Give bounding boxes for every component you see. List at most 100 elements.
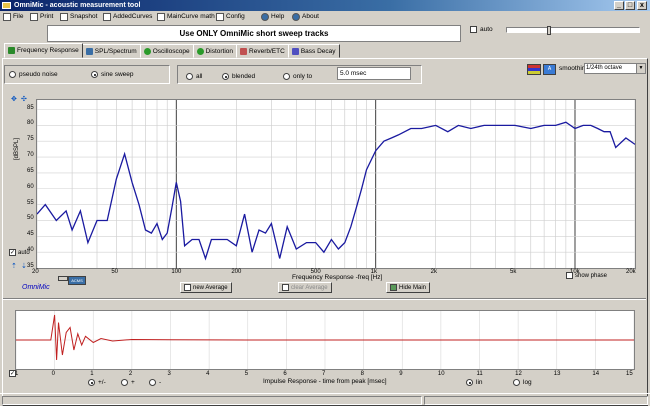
fr-y-tick: 80 — [27, 120, 34, 127]
show-phase-label: show phase — [575, 272, 608, 279]
ir-x-tick: 9 — [399, 371, 403, 377]
fr-x-tick: 200 — [231, 269, 242, 275]
ir-x-tick: 5 — [244, 371, 249, 377]
auto-top-label: auto — [480, 26, 493, 33]
maximize-button[interactable]: □ — [625, 1, 635, 10]
status-cell — [2, 396, 422, 405]
frequency-response-plot[interactable] — [36, 99, 636, 269]
radio-dot — [513, 379, 520, 386]
fr-y-tick: 65 — [27, 167, 34, 174]
radio-blended[interactable]: blended — [222, 73, 255, 80]
banner-message: Use ONLY OmniMic short sweep tracks — [47, 25, 461, 42]
checkbox-box — [470, 26, 477, 33]
tab-distortion[interactable]: Distortion — [192, 44, 238, 58]
new-average-button[interactable]: new Average — [180, 282, 232, 293]
zoom-in-icon[interactable]: ✥ — [11, 95, 17, 103]
menu-snapshot[interactable]: Snapshot — [60, 11, 97, 23]
reverb-icon — [240, 47, 248, 55]
level-slider[interactable] — [506, 26, 640, 35]
close-button[interactable]: x — [637, 1, 647, 10]
tab-label: Bass Decay — [300, 47, 336, 55]
radio-polarity-minus[interactable]: - — [149, 379, 161, 386]
minimize-button[interactable]: _ — [614, 1, 624, 10]
smoothing-select[interactable]: 1/24th octave ▼ — [584, 63, 646, 74]
new-average-label: new Average — [193, 284, 228, 291]
tab-spl-spectrum[interactable]: SPL/Spectrum — [81, 44, 141, 58]
ir-x-tick: 4 — [206, 371, 210, 377]
ir-chart-svg — [16, 311, 634, 369]
chevron-down-icon[interactable]: ▼ — [636, 64, 645, 73]
distortion-icon — [196, 47, 204, 55]
menu-print[interactable]: Print — [30, 11, 53, 23]
hide-main-button[interactable]: Hide Main — [386, 282, 431, 293]
fr-x-tick: 20 — [32, 269, 39, 275]
radio-pseudo-noise[interactable]: pseudo noise — [9, 71, 58, 78]
tab-frequency-response[interactable]: Frequency Response — [4, 43, 83, 58]
pan-icon[interactable]: ✣ — [21, 95, 27, 103]
ir-x-tick: 3 — [167, 371, 171, 377]
radio-dot — [283, 73, 290, 80]
radio-polarity-plus[interactable]: + — [121, 379, 135, 386]
ir-x-tick: 10 — [437, 371, 445, 377]
color-flag-button[interactable] — [527, 64, 541, 75]
radio-sine-sweep[interactable]: sine sweep — [91, 71, 134, 78]
fr-chart-svg — [37, 100, 635, 268]
radio-dot — [186, 73, 193, 80]
tab-reverb-etc[interactable]: Reverb/ETC — [236, 44, 289, 58]
ir-x-tick: 0 — [51, 371, 55, 377]
fr-y-tick: 60 — [27, 183, 34, 190]
clear-icon — [282, 284, 289, 291]
show-phase-checkbox[interactable]: show phase — [566, 272, 607, 279]
menu-added-curves-label: AddedCurves — [113, 13, 153, 20]
tab-label: Frequency Response — [17, 47, 79, 54]
radio-log[interactable]: log — [513, 379, 532, 386]
file-icon — [3, 13, 11, 21]
menu-config-label: Config — [226, 13, 245, 20]
menu-about[interactable]: About — [292, 11, 319, 23]
smoothing-value: 1/24th octave — [586, 65, 623, 71]
impulse-response-plot[interactable] — [15, 310, 635, 370]
radio-only-to[interactable]: only to — [283, 73, 312, 80]
fr-y-tick: 50 — [27, 215, 34, 222]
fr-x-tick: 2k — [430, 269, 437, 275]
help-icon — [261, 13, 269, 21]
a-weight-button[interactable]: A — [543, 64, 556, 75]
down-arrow-icon[interactable]: ⇣ — [21, 262, 27, 270]
radio-dot — [121, 379, 128, 386]
menu-help[interactable]: Help — [261, 11, 284, 23]
menu-added-curves[interactable]: AddedCurves — [103, 11, 152, 23]
spectrum-icon — [85, 47, 93, 55]
tab-bass-decay[interactable]: Bass Decay — [287, 44, 340, 58]
clear-average-label: clear Average — [291, 284, 328, 291]
tab-strip: Frequency Response SPL/Spectrum Oscillos… — [4, 43, 340, 58]
up-arrow-icon[interactable]: ⇡ — [11, 262, 17, 270]
radio-dot — [91, 71, 98, 78]
hide-icon — [390, 284, 397, 291]
fr-auto-label: auto — [18, 249, 30, 256]
radio-polarity-both[interactable]: +/- — [88, 379, 106, 386]
slider-thumb[interactable] — [547, 26, 551, 35]
menu-config[interactable]: Config — [216, 11, 245, 23]
ir-auto-checkbox[interactable]: ✓ — [9, 370, 16, 377]
radio-all[interactable]: all — [186, 73, 203, 80]
fr-auto-checkbox[interactable]: ✓ auto — [9, 249, 30, 256]
radio-dot — [88, 379, 95, 386]
tab-label: SPL/Spectrum — [94, 47, 137, 55]
tab-oscilloscope[interactable]: Oscilloscope — [139, 44, 194, 58]
radio-label: log — [523, 379, 532, 386]
minimize-plot-icon[interactable] — [58, 276, 68, 281]
menu-maincurve-math[interactable]: MainCurve math — [157, 11, 215, 23]
fr-y-tick: 85 — [27, 104, 34, 111]
fr-x-axis-label: Frequency Response -freq [Hz] — [292, 274, 383, 281]
radio-label: - — [159, 379, 162, 386]
fr-y-axis-label: [dBSPL] — [14, 137, 20, 160]
clear-average-button[interactable]: clear Average — [278, 282, 332, 293]
curves-icon — [103, 13, 111, 21]
fr-y-tick: 75 — [27, 136, 34, 143]
checkbox-box: ✓ — [9, 370, 16, 377]
title-bar: OmniMic - acoustic measurement tool _ □ … — [0, 0, 650, 11]
window-msec-input[interactable]: 5.0 msec — [337, 67, 411, 80]
auto-checkbox-top[interactable]: auto — [470, 26, 493, 33]
radio-lin[interactable]: lin — [466, 379, 483, 386]
menu-file[interactable]: File — [3, 11, 23, 23]
